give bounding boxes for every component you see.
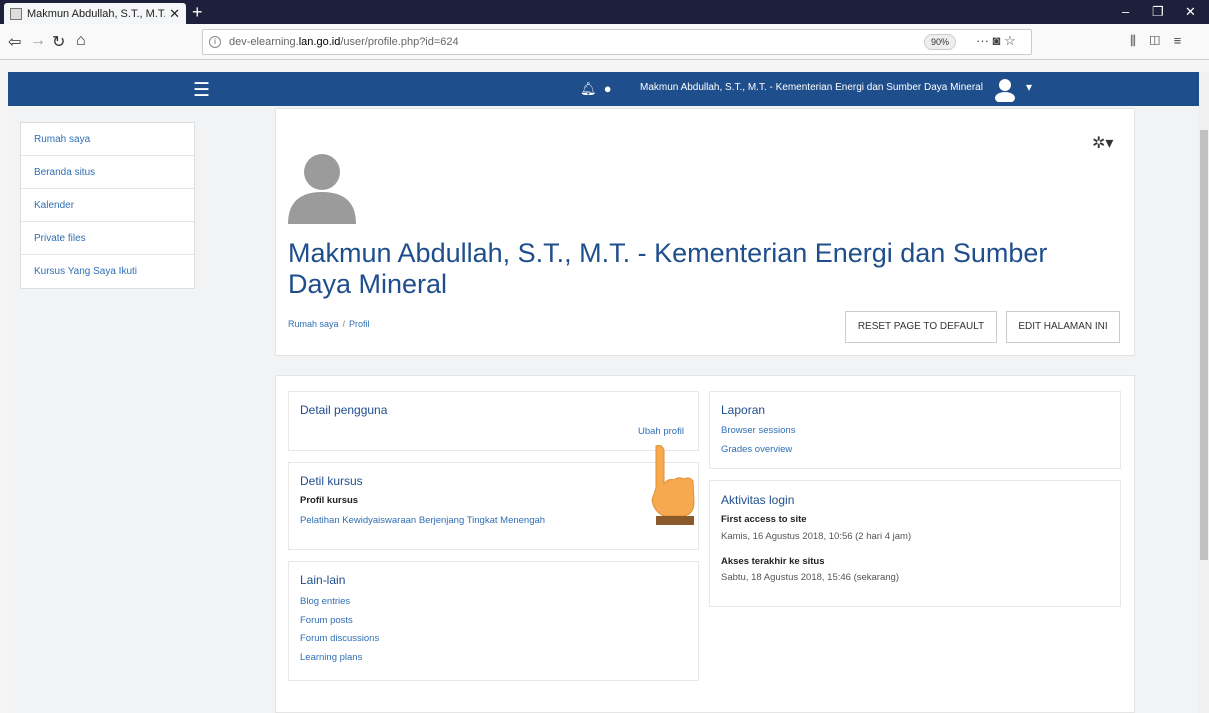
browser-tab-bar: Makmun Abdullah, S.T., M.T. - K ✕ + – ❐ …: [0, 0, 1209, 24]
sidebar-item-rumah-saya[interactable]: Rumah saya: [21, 123, 194, 156]
zoom-indicator[interactable]: 90%: [924, 34, 957, 50]
lain-lain-title: Lain-lain: [300, 573, 346, 587]
notification-bell-icon[interactable]: 🔔︎: [580, 81, 597, 96]
first-access-value: Kamis, 16 Agustus 2018, 10:56 (2 hari 4 …: [721, 531, 912, 542]
last-access-value: Sabtu, 18 Agustus 2018, 15:46 (sekarang): [721, 572, 899, 583]
page-title: Makmun Abdullah, S.T., M.T. - Kementeria…: [288, 238, 1048, 299]
bookmark-star-icon[interactable]: ☆: [1004, 33, 1016, 48]
url-path: /user/profile.php?id=624: [340, 36, 459, 48]
browser-sessions-link[interactable]: Browser sessions: [721, 425, 795, 436]
new-tab-button[interactable]: +: [192, 2, 203, 23]
hamburger-menu-icon[interactable]: ☰: [193, 79, 210, 102]
grades-overview-link[interactable]: Grades overview: [721, 444, 792, 455]
user-menu-caret-icon[interactable]: ▾: [1026, 80, 1032, 94]
blog-entries-link[interactable]: Blog entries: [300, 596, 350, 607]
tab-title: Makmun Abdullah, S.T., M.T. - K: [27, 7, 166, 20]
user-name[interactable]: Makmun Abdullah, S.T., M.T. - Kementeria…: [640, 82, 983, 93]
restore-icon[interactable]: ❐: [1152, 4, 1164, 20]
last-access-label: Akses terakhir ke situs: [721, 556, 825, 567]
user-avatar-icon[interactable]: [992, 76, 1018, 102]
forum-discussions-link[interactable]: Forum discussions: [300, 633, 379, 644]
sidebar-item-kursus[interactable]: Kursus Yang Saya Ikuti: [21, 255, 194, 288]
header-icons: 🔔︎ ●: [580, 81, 612, 97]
page-actions[interactable]: ··· ◙ ☆: [976, 33, 1016, 49]
back-icon[interactable]: ⇦: [8, 32, 21, 52]
pointing-hand-icon: [651, 445, 695, 525]
library-icon[interactable]: ⫼: [1130, 33, 1136, 48]
reload-icon[interactable]: ↻: [52, 32, 65, 52]
learning-plans-link[interactable]: Learning plans: [300, 652, 362, 663]
detail-pengguna-section: [288, 391, 699, 451]
messages-icon[interactable]: ●: [604, 81, 612, 96]
aktivitas-login-title: Aktivitas login: [721, 493, 795, 507]
laporan-title: Laporan: [721, 403, 766, 417]
menu-icon[interactable]: ≡: [1174, 33, 1182, 48]
close-tab-icon[interactable]: ✕: [169, 6, 180, 22]
breadcrumb-separator: /: [342, 319, 346, 329]
profil-kursus-label: Profil kursus: [300, 495, 359, 506]
breadcrumb-profil[interactable]: Profil: [349, 319, 370, 329]
home-icon[interactable]: ⌂: [76, 32, 86, 50]
browser-tab[interactable]: Makmun Abdullah, S.T., M.T. - K ✕: [4, 3, 186, 24]
course-link[interactable]: Pelatihan Kewidyaiswaraan Berjenjang Tin…: [300, 515, 545, 526]
breadcrumb: Rumah saya / Profil: [288, 319, 370, 329]
profile-avatar: [288, 154, 356, 224]
sidebar-icon[interactable]: ◫: [1150, 33, 1160, 48]
detil-kursus-title: Detil kursus: [300, 474, 363, 488]
sidebar-item-private-files[interactable]: Private files: [21, 222, 194, 255]
edit-profile-link[interactable]: Ubah profil: [638, 426, 684, 437]
detail-pengguna-title: Detail pengguna: [300, 403, 388, 417]
reset-page-button[interactable]: RESET PAGE TO DEFAULT: [845, 311, 997, 343]
forum-posts-link[interactable]: Forum posts: [300, 615, 353, 626]
minimize-icon[interactable]: –: [1122, 4, 1129, 19]
pocket-icon[interactable]: ◙: [993, 33, 1001, 48]
browser-toolbar: ⇦ → ↻ ⌂ i dev-elearning. lan.go.id/user/p…: [0, 24, 1209, 60]
toolbar-right: ⫼ ◫ ≡: [1130, 33, 1181, 49]
site-header: ☰ 🔔︎ ● Makmun Abdullah, S.T., M.T. - Kem…: [8, 72, 1199, 106]
scrollbar[interactable]: [1199, 72, 1209, 713]
edit-page-button[interactable]: EDIT HALAMAN INI: [1006, 311, 1120, 343]
more-icon[interactable]: ···: [976, 33, 989, 48]
sidebar-item-kalender[interactable]: Kalender: [21, 189, 194, 222]
url-domain: lan.go.id: [298, 36, 341, 48]
address-bar[interactable]: i dev-elearning. lan.go.id/user/profile.p…: [202, 29, 1032, 55]
info-icon[interactable]: i: [209, 36, 221, 48]
url-prefix: dev-elearning.: [229, 36, 299, 48]
first-access-label: First access to site: [721, 514, 807, 525]
forward-icon[interactable]: →: [30, 32, 46, 50]
close-window-icon[interactable]: ✕: [1185, 4, 1196, 20]
gear-icon[interactable]: ✲▾: [1092, 133, 1113, 153]
sidebar-item-beranda-situs[interactable]: Beranda situs: [21, 156, 194, 189]
scrollbar-thumb[interactable]: [1200, 130, 1208, 560]
navigation-sidebar: Rumah saya Beranda situs Kalender Privat…: [20, 122, 195, 289]
favicon-icon: [10, 7, 22, 20]
breadcrumb-home[interactable]: Rumah saya: [288, 319, 339, 329]
